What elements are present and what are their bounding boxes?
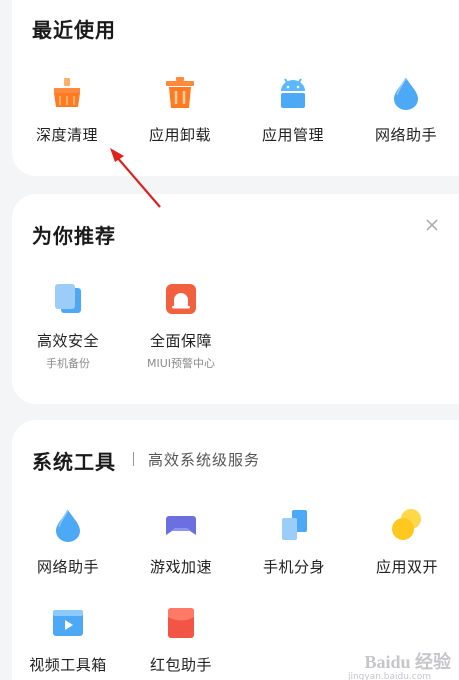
recent-item-network[interactable]: 网络助手 bbox=[350, 76, 459, 145]
close-icon[interactable] bbox=[423, 216, 441, 234]
recent-item-label: 网络助手 bbox=[374, 126, 437, 144]
android-icon bbox=[281, 78, 305, 108]
tools-item-red-envelope[interactable]: 红包助手 bbox=[125, 606, 237, 675]
recent-item-uninstall[interactable]: 应用卸载 bbox=[124, 76, 236, 145]
recent-item-app-manage[interactable]: 应用管理 bbox=[237, 76, 349, 145]
watermark-url: jingyan.baidu.com bbox=[347, 672, 431, 680]
recommend-item-label: 高效安全 bbox=[36, 332, 99, 350]
recent-item-deep-clean[interactable]: 深度清理 bbox=[11, 76, 123, 145]
tools-item-network[interactable]: 网络助手 bbox=[12, 508, 124, 577]
alarm-icon bbox=[166, 284, 196, 314]
water-drop-icon bbox=[394, 77, 418, 110]
tools-item-dual-apps[interactable]: 应用双开 bbox=[351, 508, 459, 577]
red-envelope-icon bbox=[168, 608, 194, 638]
recommend-item-backup[interactable]: 高效安全 手机备份 bbox=[12, 282, 124, 371]
tools-item-label: 手机分身 bbox=[262, 558, 325, 576]
tools-item-label: 红包助手 bbox=[149, 656, 212, 674]
recommend-item-sub: MIUI预警中心 bbox=[146, 357, 216, 370]
recommend-item-alarm[interactable]: 全面保障 MIUI预警中心 bbox=[125, 282, 237, 371]
recent-item-label: 应用卸载 bbox=[148, 126, 211, 144]
tools-item-video-toolbox[interactable]: 视频工具箱 bbox=[12, 606, 124, 675]
tools-title: 系统工具 bbox=[32, 450, 116, 474]
tools-item-label: 游戏加速 bbox=[149, 558, 212, 576]
water-drop-icon bbox=[56, 509, 80, 542]
tools-card: 系统工具 高效系统级服务 网络助手 游戏加速 手机分身 应用双开 视频工具箱 红… bbox=[12, 420, 459, 680]
trash-icon bbox=[166, 77, 194, 108]
broom-icon bbox=[54, 78, 80, 107]
title-divider bbox=[133, 452, 134, 466]
dual-phone-icon bbox=[282, 510, 307, 540]
recent-title: 最近使用 bbox=[32, 18, 116, 42]
recommend-item-label: 全面保障 bbox=[149, 332, 212, 350]
recent-card: 最近使用 深度清理 应用卸载 应用管理 网络助手 bbox=[12, 0, 459, 176]
tools-item-label: 视频工具箱 bbox=[29, 656, 107, 674]
dual-circle-icon bbox=[392, 509, 421, 540]
watermark-logo: Baidu 经验 bbox=[364, 652, 451, 672]
tools-item-game-boost[interactable]: 游戏加速 bbox=[125, 508, 237, 577]
tools-item-dual-space[interactable]: 手机分身 bbox=[238, 508, 350, 577]
recent-item-label: 应用管理 bbox=[261, 126, 324, 144]
recommend-title: 为你推荐 bbox=[32, 224, 116, 248]
recommend-item-sub: 手机备份 bbox=[46, 357, 90, 370]
recent-item-label: 深度清理 bbox=[35, 126, 98, 144]
tools-item-label: 网络助手 bbox=[36, 558, 99, 576]
tools-item-label: 应用双开 bbox=[375, 558, 438, 576]
gamepad-icon bbox=[166, 516, 196, 535]
backup-icon bbox=[55, 284, 81, 313]
video-icon bbox=[53, 610, 83, 636]
tools-subtitle: 高效系统级服务 bbox=[148, 451, 261, 469]
recommend-card: 为你推荐 高效安全 手机备份 全面保障 MIUI预警中心 bbox=[12, 194, 459, 404]
